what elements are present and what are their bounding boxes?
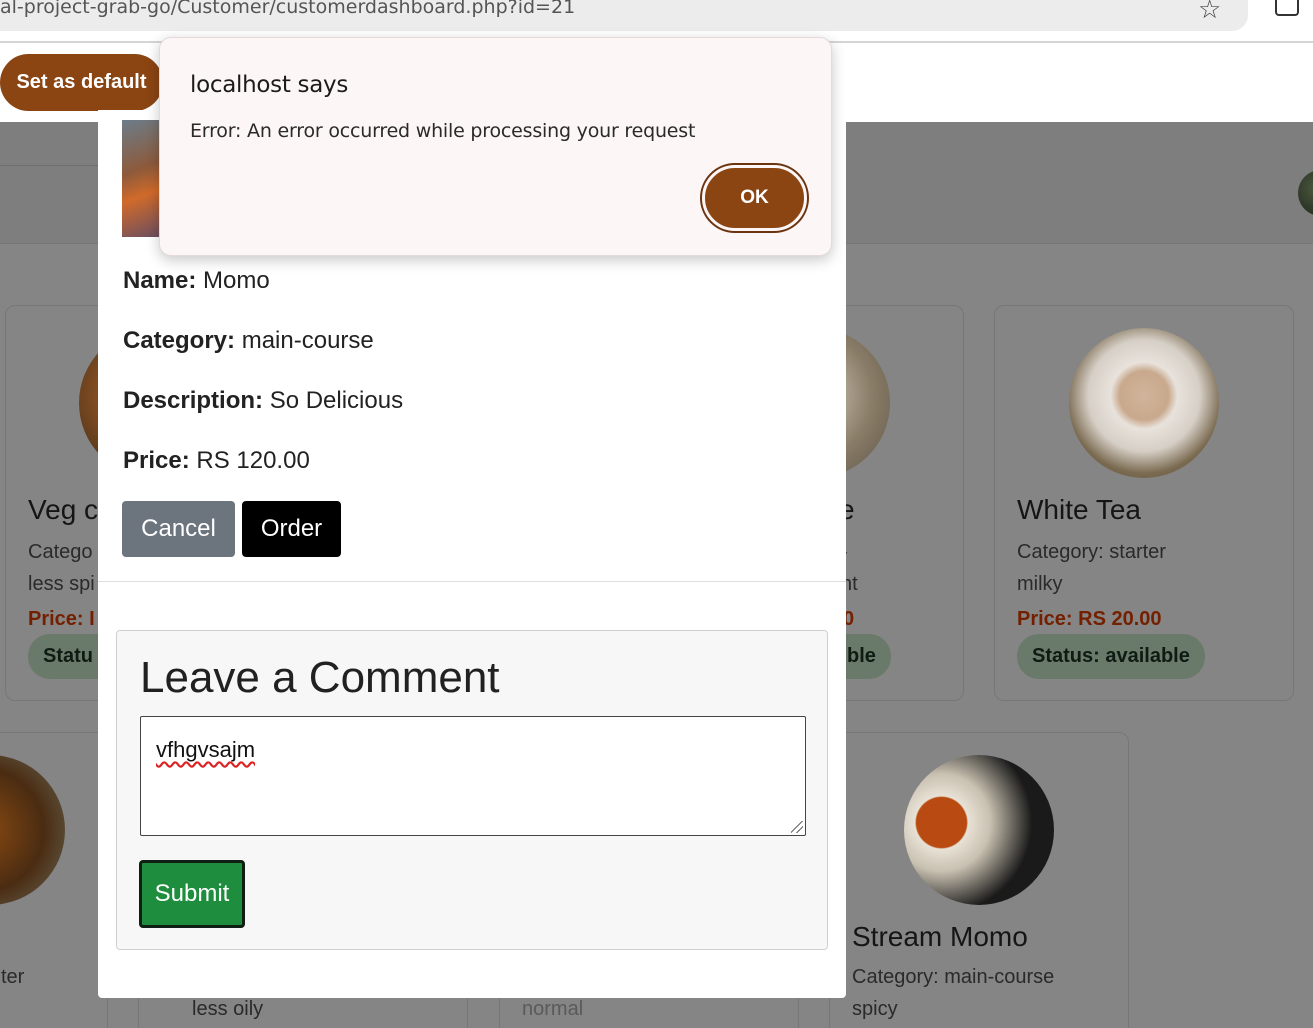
detail-value: Momo (203, 267, 270, 294)
order-button[interactable]: Order (242, 501, 341, 557)
detail-value: So Delicious (269, 387, 404, 414)
detail-label: Price: (123, 447, 190, 474)
alert-message: Error: An error occurred while processin… (190, 120, 696, 142)
detail-value: RS 120.00 (196, 447, 310, 474)
comment-heading: Leave a Comment (140, 653, 500, 702)
detail-name: Name: Momo (123, 267, 270, 295)
detail-price: Price: RS 120.00 (123, 447, 310, 475)
resize-handle-icon[interactable] (791, 821, 803, 833)
comment-textarea-value[interactable]: vfhgvsajm (156, 737, 255, 763)
card-price: Price: I (28, 608, 95, 630)
alert-dialog: localhost says Error: An error occurred … (159, 37, 832, 256)
card-description: less spi (28, 573, 95, 595)
food-image (0, 755, 65, 905)
card-category: Category: starter (1017, 541, 1166, 563)
detail-category: Category: main-course (123, 327, 374, 355)
set-as-default-button[interactable]: Set as default (0, 54, 163, 111)
card-title: Stream Momo (852, 921, 1028, 952)
submit-button[interactable]: Submit (139, 860, 245, 928)
status-badge: Status: available (1017, 634, 1205, 679)
extensions-icon[interactable] (1275, 0, 1299, 16)
cancel-button[interactable]: Cancel (122, 501, 235, 557)
menu-card[interactable]: Stream Momo Category: main-course spicy (829, 732, 1129, 1028)
bookmark-star-icon[interactable]: ☆ (1198, 0, 1221, 25)
detail-label: Name: (123, 267, 197, 294)
food-image (1069, 328, 1219, 478)
card-description: milky (1017, 573, 1063, 595)
card-category: Catego (28, 541, 93, 563)
address-bar[interactable]: al-project-grab-go/Customer/customerdash… (0, 0, 1248, 31)
ok-button[interactable]: OK (702, 165, 807, 231)
modal-divider (98, 581, 846, 582)
nav-divider (0, 165, 100, 166)
detail-label: Description: (123, 387, 264, 414)
card-category: ter (1, 966, 25, 988)
detail-label: Category: (123, 327, 236, 354)
alert-title: localhost says (190, 72, 349, 98)
detail-description: Description: So Delicious (123, 387, 403, 415)
card-description: spicy (852, 998, 898, 1020)
comment-section: Leave a Comment vfhgvsajm Submit (116, 630, 828, 950)
card-price: Price: RS 20.00 (1017, 608, 1162, 630)
food-image (904, 755, 1054, 905)
card-title: Veg c (28, 494, 99, 525)
comment-textarea[interactable]: vfhgvsajm (140, 716, 806, 836)
address-bar-url[interactable]: al-project-grab-go/Customer/customerdash… (0, 0, 575, 18)
menu-card[interactable]: White Tea Category: starter milky Price:… (994, 305, 1294, 701)
avatar[interactable] (1298, 170, 1313, 216)
menu-card[interactable]: ter (0, 732, 108, 1028)
detail-value: main-course (241, 327, 374, 354)
card-title: White Tea (1017, 494, 1141, 525)
card-category: Category: main-course (852, 966, 1055, 988)
